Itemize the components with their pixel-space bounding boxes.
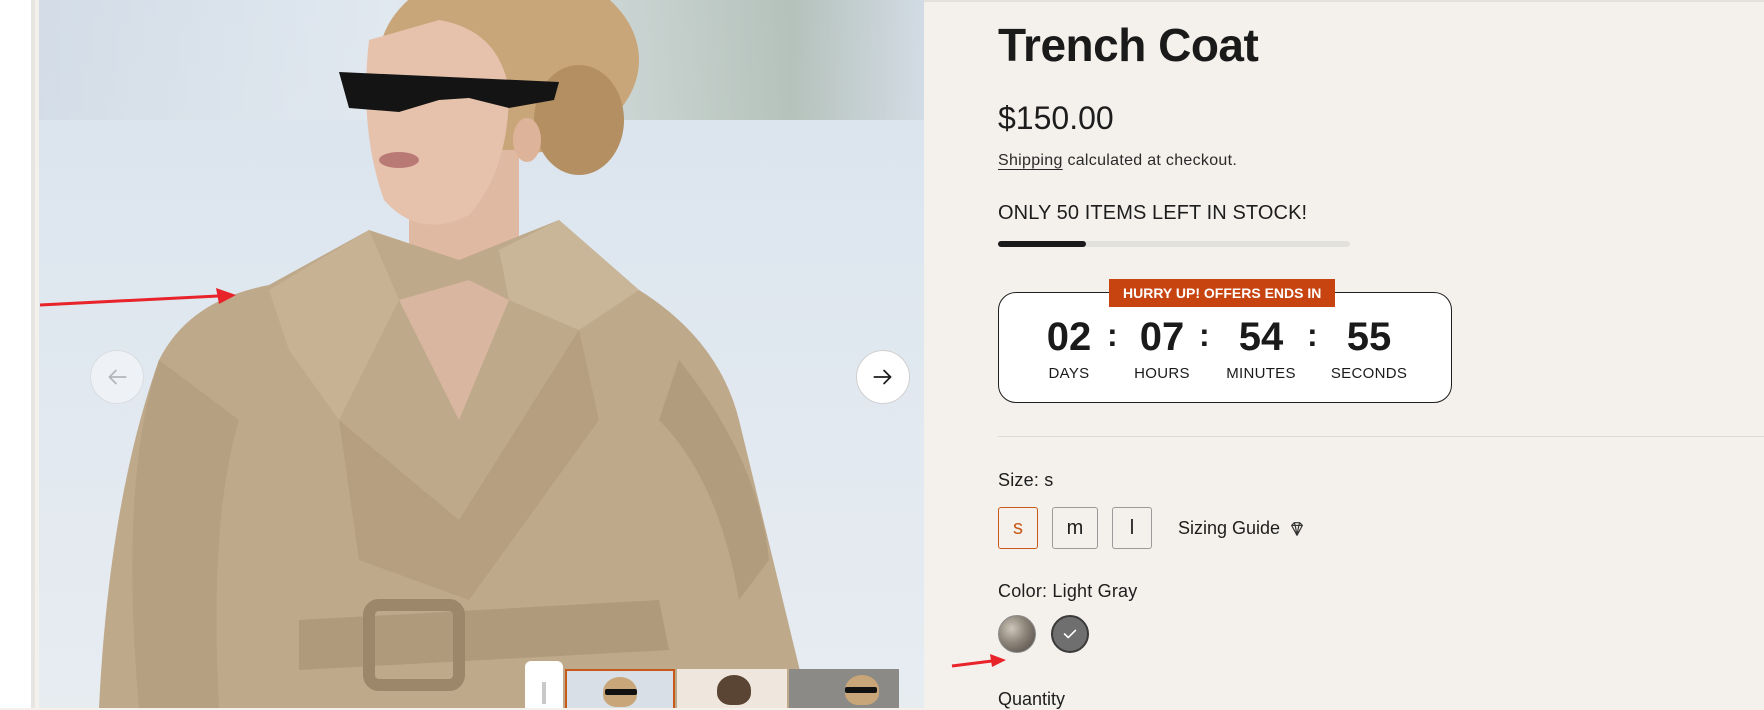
annotation-arrow-icon bbox=[39, 288, 236, 307]
countdown-timer: HURRY UP! OFFERS ENDS IN 02 DAYS : 07 HO… bbox=[998, 279, 1452, 403]
countdown-minutes: 54 MINUTES bbox=[1221, 315, 1301, 382]
gem-icon bbox=[1291, 521, 1304, 536]
color-swatch-pattern[interactable] bbox=[998, 615, 1036, 653]
countdown-days-label: DAYS bbox=[1048, 365, 1090, 382]
product-info: Trench Coat $150.00 Shipping calculated … bbox=[998, 0, 1764, 709]
countdown-days-value: 02 bbox=[1046, 315, 1092, 359]
pause-button[interactable] bbox=[525, 661, 563, 708]
section-divider bbox=[998, 436, 1764, 437]
gallery-prev-button[interactable] bbox=[90, 350, 144, 404]
thumbnail-2[interactable] bbox=[677, 669, 787, 708]
countdown-minutes-value: 54 bbox=[1238, 315, 1284, 359]
quantity-label: Quantity bbox=[998, 689, 1066, 709]
size-option-l[interactable]: l bbox=[1112, 507, 1152, 549]
stock-message: ONLY 50 ITEMS LEFT IN STOCK! bbox=[998, 202, 1308, 224]
model-illustration bbox=[99, 0, 809, 708]
color-label: Color: Light Gray bbox=[998, 581, 1138, 601]
size-label: Size: s bbox=[998, 470, 1054, 490]
arrow-right-icon bbox=[873, 369, 892, 385]
countdown-hours: 07 HOURS bbox=[1127, 315, 1197, 382]
arrow-left-icon bbox=[108, 369, 127, 385]
left-strip-edge bbox=[31, 0, 35, 708]
product-image bbox=[39, 0, 924, 708]
shipping-suffix: calculated at checkout. bbox=[1067, 152, 1238, 169]
countdown-hours-value: 07 bbox=[1139, 315, 1185, 359]
check-icon bbox=[1063, 629, 1077, 639]
left-strip bbox=[0, 0, 35, 708]
countdown-separator: : bbox=[1307, 317, 1318, 353]
sizing-guide-label: Sizing Guide bbox=[1178, 518, 1281, 538]
thumbnail-face bbox=[717, 675, 751, 705]
thumbnail-strip bbox=[525, 661, 899, 708]
countdown-days: 02 DAYS bbox=[1039, 315, 1099, 382]
thumbnail-glasses bbox=[845, 687, 877, 693]
countdown-seconds: 55 SECONDS bbox=[1329, 315, 1409, 382]
countdown-seconds-label: SECONDS bbox=[1330, 365, 1408, 382]
countdown-hours-label: HOURS bbox=[1134, 365, 1190, 382]
countdown-separator: : bbox=[1107, 317, 1118, 353]
thumbnail-3[interactable] bbox=[789, 669, 899, 708]
product-title: Trench Coat bbox=[998, 19, 1259, 71]
countdown-minutes-label: MINUTES bbox=[1226, 365, 1296, 382]
stock-progress-fill bbox=[998, 241, 1086, 247]
product-price: $150.00 bbox=[998, 100, 1114, 136]
size-option-m[interactable]: m bbox=[1052, 507, 1098, 549]
sizing-guide-link[interactable]: Sizing Guide bbox=[1178, 518, 1306, 539]
thumbnail-1[interactable] bbox=[565, 669, 675, 708]
countdown-separator: : bbox=[1199, 317, 1210, 353]
stock-progress-bar bbox=[998, 241, 1350, 247]
countdown-seconds-value: 55 bbox=[1346, 315, 1392, 359]
size-option-s[interactable]: s bbox=[998, 507, 1038, 549]
shipping-link[interactable]: Shipping bbox=[998, 152, 1063, 169]
pause-icon bbox=[542, 681, 546, 704]
color-swatch-light-gray[interactable] bbox=[1051, 615, 1089, 653]
shipping-note: Shipping calculated at checkout. bbox=[998, 152, 1237, 170]
gallery-next-button[interactable] bbox=[856, 350, 910, 404]
thumbnail-glasses bbox=[605, 689, 637, 695]
countdown-badge: HURRY UP! OFFERS ENDS IN bbox=[1109, 279, 1336, 307]
